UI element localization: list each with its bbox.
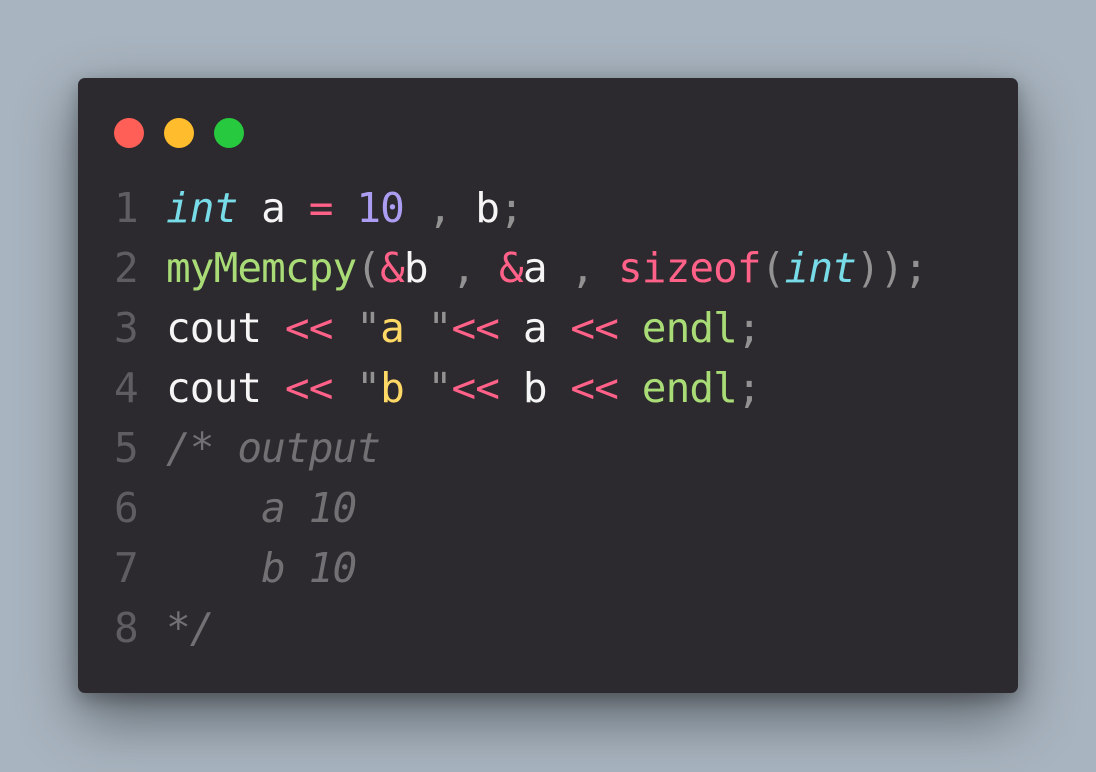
- code-token: <<: [284, 304, 333, 352]
- code-token: ;: [736, 364, 762, 412]
- code-token: cout: [166, 304, 285, 352]
- code-token: /* output: [166, 424, 381, 472]
- code-token: sizeof: [618, 244, 762, 292]
- line-number: 3: [114, 304, 139, 352]
- code-token: endl: [641, 304, 738, 352]
- minimize-button[interactable]: [164, 118, 194, 148]
- line-number: 4: [114, 364, 139, 412]
- maximize-button[interactable]: [214, 118, 244, 148]
- line-number: 2: [114, 244, 139, 292]
- code-token: &: [380, 244, 405, 292]
- code-block: 1 int a = 10 , b; 2 myMemcpy(&b , &a , size…: [114, 178, 928, 658]
- code-token: myMemcpy: [166, 244, 357, 292]
- code-token: ": [356, 364, 381, 412]
- code-token: a: [499, 304, 571, 352]
- code-token: (: [760, 244, 786, 292]
- code-token: <<: [284, 364, 333, 412]
- code-token: &: [499, 244, 524, 292]
- code-token: ": [356, 304, 381, 352]
- code-token: ": [427, 364, 453, 412]
- code-line: 4 cout << "b "<< b << endl;: [114, 358, 927, 418]
- code-token: */: [166, 604, 214, 652]
- line-number: 1: [114, 184, 139, 232]
- code-line: 3 cout << "a "<< a << endl;: [114, 298, 927, 358]
- code-token: a: [522, 244, 571, 292]
- code-token: b: [403, 244, 452, 292]
- code-token: ));: [855, 244, 928, 292]
- code-token: ,: [427, 184, 453, 232]
- code-token: a 10: [166, 484, 357, 532]
- line-content: */: [166, 598, 214, 658]
- code-token: ": [427, 304, 453, 352]
- code-line: 1 int a = 10 , b;: [114, 178, 927, 238]
- code-line: 8 */: [114, 598, 927, 658]
- line-content: a 10: [166, 478, 357, 538]
- code-line: 5 /* output: [114, 418, 927, 478]
- line-number: 6: [114, 484, 139, 532]
- code-token: b: [499, 364, 571, 412]
- code-token: endl: [641, 364, 738, 412]
- line-content: cout << "b "<< b << endl;: [166, 358, 762, 418]
- code-token: b 10: [166, 544, 357, 592]
- code-token: b: [451, 184, 500, 232]
- code-line: 7 b 10: [114, 538, 927, 598]
- code-token: ,: [570, 244, 595, 292]
- code-token: ,: [451, 244, 476, 292]
- code-line: 2 myMemcpy(&b , &a , sizeof(int));: [114, 238, 928, 298]
- code-token: <<: [570, 364, 618, 412]
- code-token: int: [784, 244, 857, 292]
- line-content: b 10: [166, 538, 357, 598]
- code-token: ;: [499, 184, 524, 232]
- line-number: 7: [114, 544, 139, 592]
- code-token: int: [166, 184, 238, 232]
- code-line: 6 a 10: [114, 478, 927, 538]
- line-number: 5: [114, 424, 139, 472]
- line-content: int a = 10 , b;: [166, 178, 524, 238]
- code-window: 1 int a = 10 , b; 2 myMemcpy(&b , &a , size…: [78, 78, 1018, 693]
- line-number: 8: [114, 604, 139, 652]
- code-token: ;: [736, 304, 762, 352]
- code-token: a: [237, 184, 309, 232]
- code-token: <<: [451, 304, 500, 352]
- close-button[interactable]: [114, 118, 144, 148]
- code-token: cout: [166, 364, 285, 412]
- code-token: <<: [570, 304, 618, 352]
- line-content: cout << "a "<< a << endl;: [166, 298, 762, 358]
- code-token: (: [356, 244, 381, 292]
- line-content: /* output: [166, 418, 381, 478]
- code-token: <<: [451, 364, 500, 412]
- code-token: b: [380, 364, 428, 412]
- code-token: 10: [356, 184, 404, 232]
- code-token: a: [380, 304, 428, 352]
- line-content: myMemcpy(&b , &a , sizeof(int));: [166, 238, 928, 298]
- code-token: =: [308, 184, 334, 232]
